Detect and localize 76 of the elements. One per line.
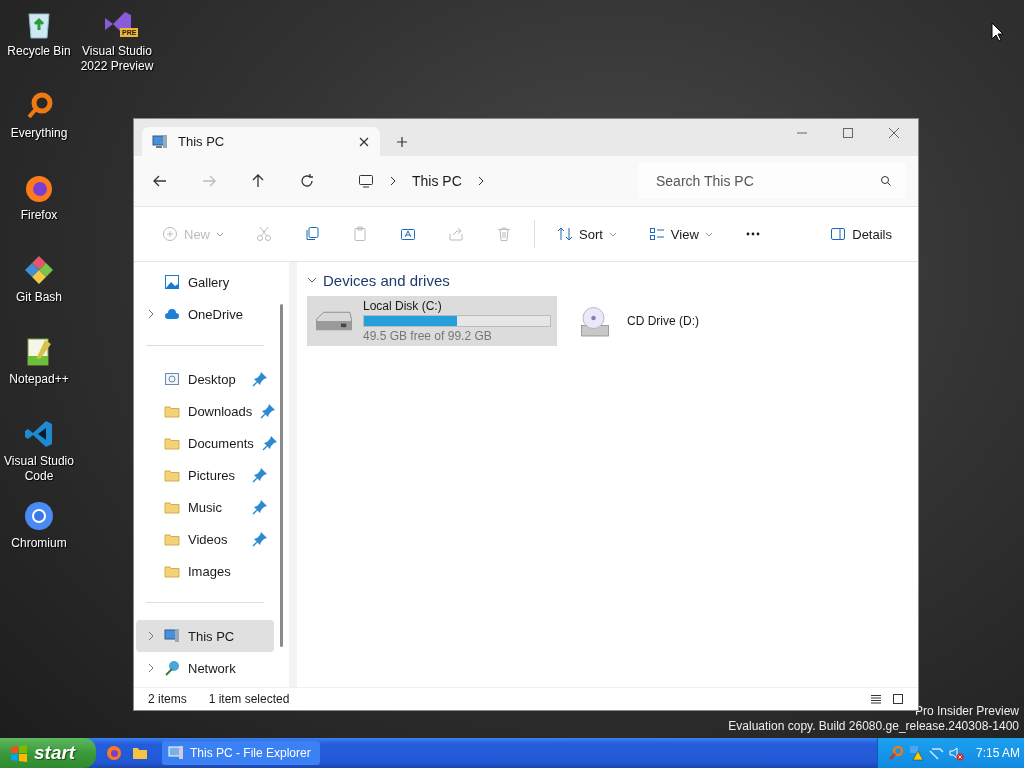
status-text: 2 items: [148, 692, 187, 706]
details-view-icon[interactable]: [870, 693, 882, 705]
expand-chevron-icon[interactable]: [146, 663, 156, 673]
picture-icon: [164, 274, 180, 290]
mouse-pointer-icon: [991, 22, 1003, 42]
folder-icon[interactable]: [132, 745, 148, 761]
details-pane-icon: [830, 226, 847, 242]
up-arrow-icon[interactable]: [250, 173, 266, 189]
sidebar-item[interactable]: Videos: [136, 523, 274, 555]
windows-flag-icon: [10, 744, 28, 762]
status-text: 1 item selected: [208, 692, 290, 706]
expand-chevron-icon[interactable]: [146, 631, 156, 641]
warning-icon[interactable]: [908, 745, 924, 761]
desktop-icon-label[interactable]: Visual Studio 2022 Preview: [80, 44, 154, 74]
expand-chevron-icon[interactable]: [146, 309, 156, 319]
computer-icon: [152, 133, 168, 150]
drive-tile[interactable]: Local Disk (C:) 49.5 GB free of 99.2 GB: [307, 296, 557, 346]
refresh-icon[interactable]: [299, 173, 315, 189]
desktop-icon-label[interactable]: Visual Studio Code: [2, 454, 76, 484]
close-icon[interactable]: [888, 127, 900, 139]
details-button[interactable]: Details: [816, 218, 906, 250]
scrollbar[interactable]: [280, 304, 283, 647]
desktop-folder-icon: [164, 371, 180, 387]
chromium-icon[interactable]: [23, 500, 55, 532]
back-arrow-icon[interactable]: [152, 173, 168, 189]
cloud-icon: [164, 306, 180, 322]
sort-button[interactable]: Sort: [543, 218, 631, 250]
code-editor-icon[interactable]: [23, 418, 55, 450]
sidebar-item[interactable]: Gallery: [136, 266, 274, 298]
sidebar-item[interactable]: Pictures: [136, 459, 274, 491]
folder-icon: [164, 467, 180, 483]
new-tab-icon[interactable]: [396, 136, 408, 148]
search-field[interactable]: Search This PC: [638, 163, 906, 199]
diamond-tiles-icon[interactable]: [23, 254, 55, 286]
desktop-icon-label[interactable]: Recycle Bin: [2, 44, 76, 59]
folder-icon: [164, 563, 180, 579]
chevron-right-icon: [388, 176, 398, 186]
drive-name: CD Drive (D:): [627, 314, 699, 328]
desktop-icon-label[interactable]: Chromium: [2, 536, 76, 551]
close-tab-icon[interactable]: [358, 135, 370, 148]
sidebar-item[interactable]: Network: [136, 652, 274, 684]
section-header[interactable]: Devices and drives: [307, 270, 918, 290]
desktop-icon-label[interactable]: Firefox: [2, 208, 76, 223]
speaker-muted-icon[interactable]: [948, 745, 964, 761]
monitor-icon[interactable]: [358, 173, 374, 189]
network-icon: [164, 660, 180, 676]
desktop-icon-label[interactable]: Everything: [2, 126, 76, 141]
computer-icon: [164, 628, 180, 644]
network-offline-icon[interactable]: [928, 745, 944, 761]
tiles-view-icon[interactable]: [892, 693, 904, 705]
free-space-text: 49.5 GB free of 99.2 GB: [363, 329, 493, 343]
sidebar-item[interactable]: Downloads: [136, 395, 274, 427]
breadcrumb-item[interactable]: This PC: [412, 173, 462, 189]
sidebar-item[interactable]: Music: [136, 491, 274, 523]
desktop-icon-label[interactable]: Notepad++: [2, 372, 76, 387]
maximize-icon[interactable]: [842, 127, 854, 139]
search-icon: [880, 175, 892, 187]
desktop-icon-label[interactable]: Git Bash: [2, 290, 76, 305]
drive-name: Local Disk (C:): [363, 299, 443, 313]
sidebar-item[interactable]: This PC: [136, 620, 274, 652]
folder-icon: [164, 435, 180, 451]
sidebar-item[interactable]: Images: [136, 555, 274, 587]
folder-icon: [164, 499, 180, 515]
tab-title: This PC: [178, 134, 226, 149]
sidebar-item[interactable]: OneDrive: [136, 298, 274, 330]
folder-icon: [164, 531, 180, 547]
folder-icon: [164, 403, 180, 419]
window-tab[interactable]: This PC: [142, 127, 380, 156]
sidebar-item[interactable]: Desktop: [136, 363, 274, 395]
start-button[interactable]: start: [0, 738, 96, 768]
view-button[interactable]: View: [634, 218, 727, 250]
taskbar-button[interactable]: This PC - File Explorer: [162, 741, 320, 765]
drive-tile[interactable]: CD Drive (D:): [565, 296, 705, 346]
computer-icon: [168, 745, 184, 761]
sidebar-item[interactable]: Documents: [136, 427, 274, 459]
watermark-text: Evaluation copy. Build 26080.ge_release.240308-1400: [728, 719, 1019, 734]
